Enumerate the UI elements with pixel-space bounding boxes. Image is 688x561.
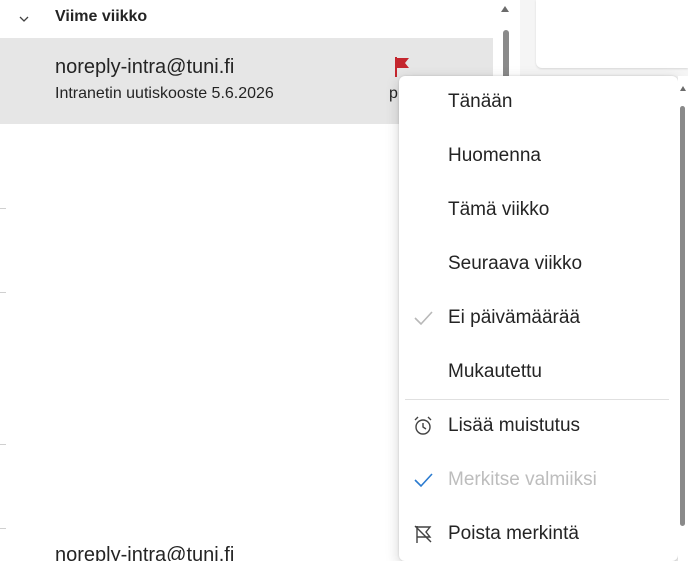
menu-item-label: Seuraava viikko (448, 253, 583, 274)
row-divider (0, 208, 6, 209)
row-divider (0, 444, 6, 445)
menu-item-tomorrow[interactable]: Huomenna (399, 130, 678, 184)
menu-item-no-date[interactable]: Ei päivämäärää (399, 292, 678, 346)
menu-item-label: Tänään (448, 91, 513, 112)
menu-item-label: Merkitse valmiiksi (448, 469, 597, 490)
checkmark-icon (414, 473, 433, 488)
alarm-clock-icon (414, 416, 432, 435)
menu-item-custom[interactable]: Mukautettu (399, 346, 678, 400)
menu-item-label: Poista merkintä (448, 523, 579, 544)
menu-item-label: Mukautettu (448, 361, 542, 382)
flag-menu: Tänään Huomenna Tämä viikko Seuraava vii… (399, 76, 678, 561)
menu-item-label: Tämä viikko (448, 199, 550, 220)
menu-item-today[interactable]: Tänään (399, 76, 678, 130)
menu-item-this-week[interactable]: Tämä viikko (399, 184, 678, 238)
row-divider (0, 292, 6, 293)
row-divider (0, 528, 6, 529)
chevron-down-icon[interactable] (18, 13, 30, 25)
mail-subject: Intranetin uutiskooste 5.6.2026 (55, 85, 274, 102)
menu-item-label: Ei päivämäärää (448, 307, 581, 328)
flag-off-icon (414, 525, 432, 543)
group-label: Viime viikko (55, 8, 148, 25)
menu-item-next-week[interactable]: Seuraava viikko (399, 238, 678, 292)
mail-sender: noreply-intra@tuni.fi (55, 56, 235, 78)
menu-item-label: Lisää muistutus (448, 415, 581, 436)
scroll-up-arrow-icon[interactable] (501, 6, 509, 12)
menu-scrollbar[interactable] (678, 76, 688, 561)
reading-pane-card (536, 0, 688, 68)
group-header[interactable]: Viime viikko (0, 0, 495, 38)
mail-date: p (389, 85, 398, 102)
checkmark-icon (414, 311, 433, 326)
flag-icon[interactable] (393, 56, 411, 78)
scroll-thumb[interactable] (680, 106, 685, 526)
mail-sender: noreply-intra@tuni.fi (55, 544, 235, 561)
menu-item-label: Huomenna (448, 145, 541, 166)
menu-item-add-reminder[interactable]: Lisää muistutus (399, 400, 678, 454)
scroll-up-arrow-icon[interactable] (680, 86, 686, 91)
menu-item-clear-flag[interactable]: Poista merkintä (399, 508, 678, 561)
menu-item-mark-complete[interactable]: Merkitse valmiiksi (399, 454, 678, 508)
